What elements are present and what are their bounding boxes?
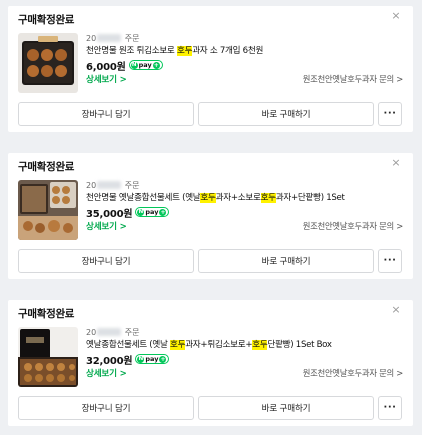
product-thumbnail[interactable]	[18, 33, 78, 93]
product-thumbnail[interactable]	[18, 180, 78, 240]
order-info: 20 주문 천안명물 옛날종합선물세트 (옛날호두과자+소보로호두과자+단팥빵)…	[86, 180, 403, 233]
order-info: 20 주문 천안명물 원조 튀김소보로 호두과자 소 7개입 6천원 6,000…	[86, 33, 403, 86]
product-name[interactable]: 천안명물 옛날종합선물세트 (옛날호두과자+소보로호두과자+단팥빵) 1Set	[86, 192, 403, 205]
add-to-cart-button[interactable]: 장바구니 담기	[18, 249, 194, 273]
buy-now-button[interactable]: 바로 구매하기	[198, 102, 374, 126]
detail-link[interactable]: 상세보기 >	[86, 367, 127, 379]
detail-link[interactable]: 상세보기 >	[86, 73, 127, 85]
order-status: 구매확정완료	[18, 14, 75, 26]
more-icon[interactable]: ···	[378, 102, 402, 126]
seller-inquiry-link[interactable]: 원조천안옛날호두과자 문의 >	[303, 73, 404, 85]
order-card: 구매확정완료 × 20 주문 천안명물 옛날종합선물세트 (옛날호두과자+소보로…	[8, 153, 413, 279]
close-icon[interactable]: ×	[389, 303, 403, 317]
order-info: 20 주문 옛날종합선물세트 (옛날 호두과자+튀김소보로+호두단팥빵) 1Se…	[86, 327, 403, 380]
npay-plus-icon: Npay +	[135, 207, 170, 217]
product-name[interactable]: 옛날종합선물세트 (옛날 호두과자+튀김소보로+호두단팥빵) 1Set Box	[86, 339, 403, 352]
more-icon[interactable]: ···	[378, 249, 402, 273]
buy-now-button[interactable]: 바로 구매하기	[198, 396, 374, 420]
order-card: 구매확정완료 × 20 주문 천안명물 원조 튀김소보로 호두과자 소 7개입 …	[8, 6, 413, 132]
npay-plus-icon: Npay +	[128, 60, 163, 70]
close-icon[interactable]: ×	[389, 9, 403, 23]
product-price: 32,000원	[86, 355, 133, 367]
order-status: 구매확정완료	[18, 161, 75, 173]
add-to-cart-button[interactable]: 장바구니 담기	[18, 396, 194, 420]
npay-plus-icon: Npay +	[135, 354, 170, 364]
more-icon[interactable]: ···	[378, 396, 402, 420]
detail-link[interactable]: 상세보기 >	[86, 220, 127, 232]
seller-inquiry-link[interactable]: 원조천안옛날호두과자 문의 >	[303, 220, 404, 232]
order-date: 20 주문	[86, 34, 140, 43]
order-date: 20 주문	[86, 181, 140, 190]
product-price: 35,000원	[86, 208, 133, 220]
product-price: 6,000원	[86, 61, 126, 73]
order-status: 구매확정완료	[18, 308, 75, 320]
close-icon[interactable]: ×	[389, 156, 403, 170]
seller-inquiry-link[interactable]: 원조천안옛날호두과자 문의 >	[303, 367, 404, 379]
add-to-cart-button[interactable]: 장바구니 담기	[18, 102, 194, 126]
product-name[interactable]: 천안명물 원조 튀김소보로 호두과자 소 7개입 6천원	[86, 45, 403, 58]
product-thumbnail[interactable]	[18, 327, 78, 387]
buy-now-button[interactable]: 바로 구매하기	[198, 249, 374, 273]
order-card: 구매확정완료 × 20 주문 옛날종합선물세트 (옛날 호두과자+튀김소보로+호…	[8, 300, 413, 426]
order-date: 20 주문	[86, 328, 140, 337]
order-history-page: 구매확정완료 × 20 주문 천안명물 원조 튀김소보로 호두과자 소 7개입 …	[0, 0, 422, 435]
